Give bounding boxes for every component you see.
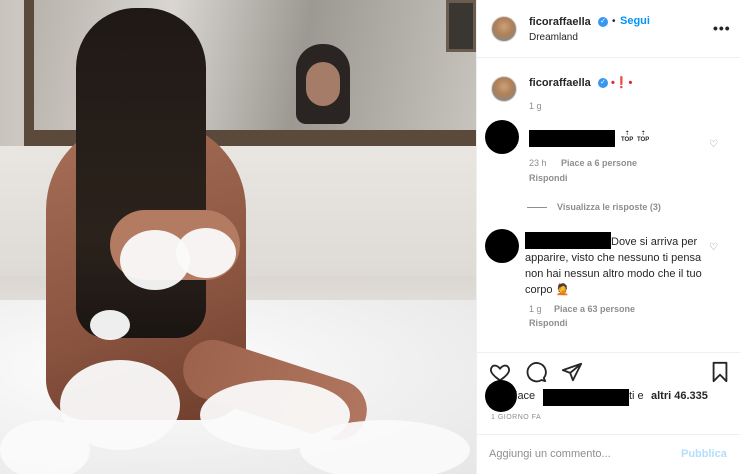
- top-badge-icon: ⇡ TOP: [637, 131, 650, 143]
- verified-badge-icon: ✓: [598, 78, 608, 88]
- caption-text: •❗•: [611, 77, 633, 89]
- add-comment-input[interactable]: [489, 445, 669, 463]
- comment-likes[interactable]: Piace a 6 persone: [561, 158, 637, 168]
- action-bar: [477, 352, 740, 386]
- comment-time[interactable]: 23 h: [529, 158, 547, 168]
- photo-bubble: [300, 420, 470, 474]
- redacted-liker-name: [543, 389, 629, 406]
- author-username[interactable]: ficoraffaella: [529, 16, 591, 28]
- add-comment-bar: Pubblica: [477, 434, 740, 474]
- photo-reflection-face: [306, 62, 340, 106]
- comment-reply-button[interactable]: Rispondi: [529, 173, 568, 183]
- view-replies-button[interactable]: Visualizza le risposte (3): [527, 202, 661, 212]
- comment-like-heart-icon[interactable]: ♡: [709, 139, 718, 150]
- likes-prefix: iace: [515, 390, 536, 402]
- photo-bubble: [176, 228, 236, 278]
- caption-time[interactable]: 1 g: [529, 101, 542, 111]
- comment-avatar[interactable]: [485, 120, 519, 154]
- redacted-comment-text: [529, 130, 615, 147]
- photo-wall-frame: [446, 0, 476, 52]
- comment-avatar[interactable]: [485, 229, 519, 263]
- replies-line: [527, 207, 547, 209]
- comment-like-heart-icon[interactable]: ♡: [709, 242, 718, 253]
- caption-avatar[interactable]: [491, 76, 517, 102]
- photo-bubble: [0, 420, 90, 474]
- photo-bubble: [90, 310, 130, 340]
- likes-suffix: ti e: [629, 390, 644, 402]
- likes-avatar[interactable]: [485, 380, 517, 412]
- verified-badge-icon: ✓: [598, 17, 608, 27]
- share-icon[interactable]: [561, 361, 583, 383]
- post-photo[interactable]: [0, 0, 476, 474]
- caption-username[interactable]: ficoraffaella: [529, 77, 591, 89]
- location-link[interactable]: Dreamland: [529, 32, 578, 43]
- header-separator: •: [612, 16, 616, 27]
- comment-likes[interactable]: Piace a 63 persone: [554, 304, 635, 314]
- photo-figure-hair: [76, 8, 206, 338]
- post-side-panel: ficoraffaella ✓ • Segui Dreamland ••• fi…: [476, 0, 740, 474]
- follow-button[interactable]: Segui: [620, 15, 650, 27]
- more-options-icon[interactable]: •••: [713, 20, 731, 36]
- comment-time[interactable]: 1 g: [529, 304, 542, 314]
- comment-icon[interactable]: [525, 361, 547, 383]
- likes-others-link[interactable]: altri 46.335: [651, 390, 708, 402]
- comment-text: Dove si arriva per apparire, visto che n…: [525, 236, 702, 296]
- author-avatar[interactable]: [491, 16, 517, 42]
- post-header: ficoraffaella ✓ • Segui Dreamland •••: [477, 0, 740, 58]
- publish-button[interactable]: Pubblica: [681, 448, 727, 460]
- top-badge-icon: ⇡ TOP: [621, 131, 634, 143]
- post-date[interactable]: 1 GIORNO FA: [491, 414, 541, 421]
- bookmark-icon[interactable]: [709, 361, 731, 383]
- comment-reply-button[interactable]: Rispondi: [529, 318, 568, 328]
